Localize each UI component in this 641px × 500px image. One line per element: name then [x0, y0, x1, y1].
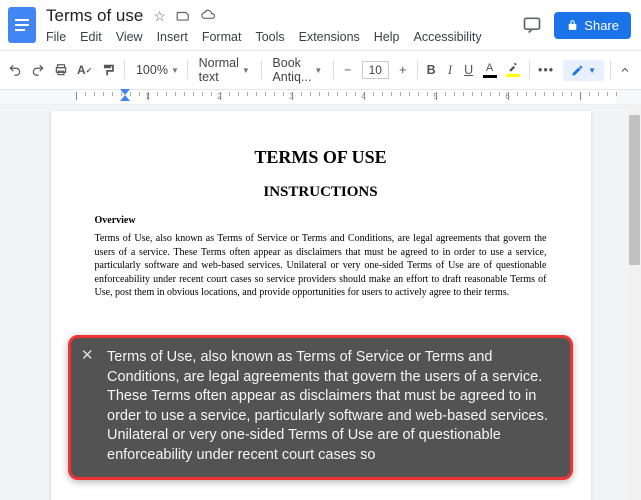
chevron-down-icon: ▼ — [588, 66, 596, 75]
move-icon[interactable] — [176, 9, 190, 23]
underline-icon[interactable]: U — [464, 62, 474, 78]
close-icon[interactable]: ✕ — [81, 346, 94, 366]
text-color-bar — [483, 75, 497, 78]
undo-icon[interactable] — [8, 62, 22, 78]
redo-icon[interactable] — [31, 62, 45, 78]
doc-heading-instructions: INSTRUCTIONS — [95, 184, 547, 201]
font-size-input[interactable]: 10 — [362, 61, 389, 79]
italic-icon[interactable]: I — [445, 62, 455, 78]
menu-view[interactable]: View — [116, 30, 143, 44]
comments-icon[interactable] — [522, 15, 542, 35]
vertical-scrollbar-track[interactable] — [628, 105, 641, 500]
chevron-down-icon: ▼ — [314, 66, 322, 75]
chevron-down-icon: ▼ — [242, 66, 250, 75]
menu-edit[interactable]: Edit — [80, 30, 102, 44]
chevron-down-icon: ▼ — [171, 66, 179, 75]
editing-mode-button[interactable]: ▼ — [563, 60, 604, 81]
star-icon[interactable]: ☆ — [153, 8, 166, 25]
vertical-scrollbar-thumb[interactable] — [629, 115, 640, 265]
menu-help[interactable]: Help — [374, 30, 400, 44]
font-family-value: Book Antiq... — [272, 56, 311, 84]
menu-format[interactable]: Format — [202, 30, 242, 44]
menu-insert[interactable]: Insert — [157, 30, 188, 44]
print-icon[interactable] — [54, 62, 68, 78]
reader-overlay: ✕ Terms of Use, also known as Terms of S… — [68, 335, 573, 480]
doc-heading-title: TERMS OF USE — [95, 147, 547, 168]
ruler-label: 2 — [217, 92, 221, 101]
ruler-label: 4 — [361, 92, 365, 101]
zoom-select[interactable]: 100% ▼ — [134, 63, 178, 77]
title-area: Terms of use ☆ File Edit View Insert For… — [46, 6, 522, 44]
overview-heading: Overview — [95, 215, 547, 226]
bold-icon[interactable]: B — [426, 62, 436, 78]
ruler-label: 1 — [145, 92, 149, 101]
menu-bar: File Edit View Insert Format Tools Exten… — [46, 30, 522, 44]
toolbar: A✓ 100% ▼ Normal text ▼ Book Antiq... ▼ … — [0, 50, 641, 90]
ruler-label: 6 — [505, 92, 509, 101]
font-size-decrease[interactable]: − — [343, 62, 353, 78]
ruler-label: 3 — [289, 92, 293, 101]
font-size-increase[interactable]: + — [398, 62, 408, 78]
cloud-saved-icon[interactable] — [200, 9, 216, 23]
spellcheck-icon[interactable]: A✓ — [77, 62, 92, 78]
menu-accessibility[interactable]: Accessibility — [414, 30, 482, 44]
document-title[interactable]: Terms of use — [46, 6, 143, 26]
more-tools-icon[interactable]: ••• — [538, 62, 554, 78]
highlight-color-icon[interactable] — [506, 62, 520, 78]
menu-extensions[interactable]: Extensions — [299, 30, 360, 44]
header-bar: Terms of use ☆ File Edit View Insert For… — [0, 0, 641, 44]
share-button-label: Share — [584, 18, 619, 33]
highlight-color-bar — [506, 74, 520, 77]
font-family-select[interactable]: Book Antiq... ▼ — [270, 56, 324, 84]
menu-tools[interactable]: Tools — [255, 30, 284, 44]
horizontal-ruler[interactable]: 1 2 3 4 5 6 — [0, 90, 641, 105]
paint-format-icon[interactable] — [101, 62, 115, 78]
menu-file[interactable]: File — [46, 30, 66, 44]
zoom-value: 100% — [136, 63, 168, 77]
ruler-label: 5 — [433, 92, 437, 101]
share-button[interactable]: Share — [554, 12, 631, 39]
paragraph-style-select[interactable]: Normal text ▼ — [197, 56, 252, 84]
text-color-icon[interactable]: A — [483, 62, 497, 78]
hide-menus-icon[interactable] — [617, 62, 633, 78]
paragraph-style-value: Normal text — [199, 56, 239, 84]
overview-paragraph: Terms of Use, also known as Terms of Ser… — [95, 232, 547, 300]
docs-logo-icon[interactable] — [8, 7, 36, 43]
reader-overlay-text: Terms of Use, also known as Terms of Ser… — [107, 348, 556, 465]
